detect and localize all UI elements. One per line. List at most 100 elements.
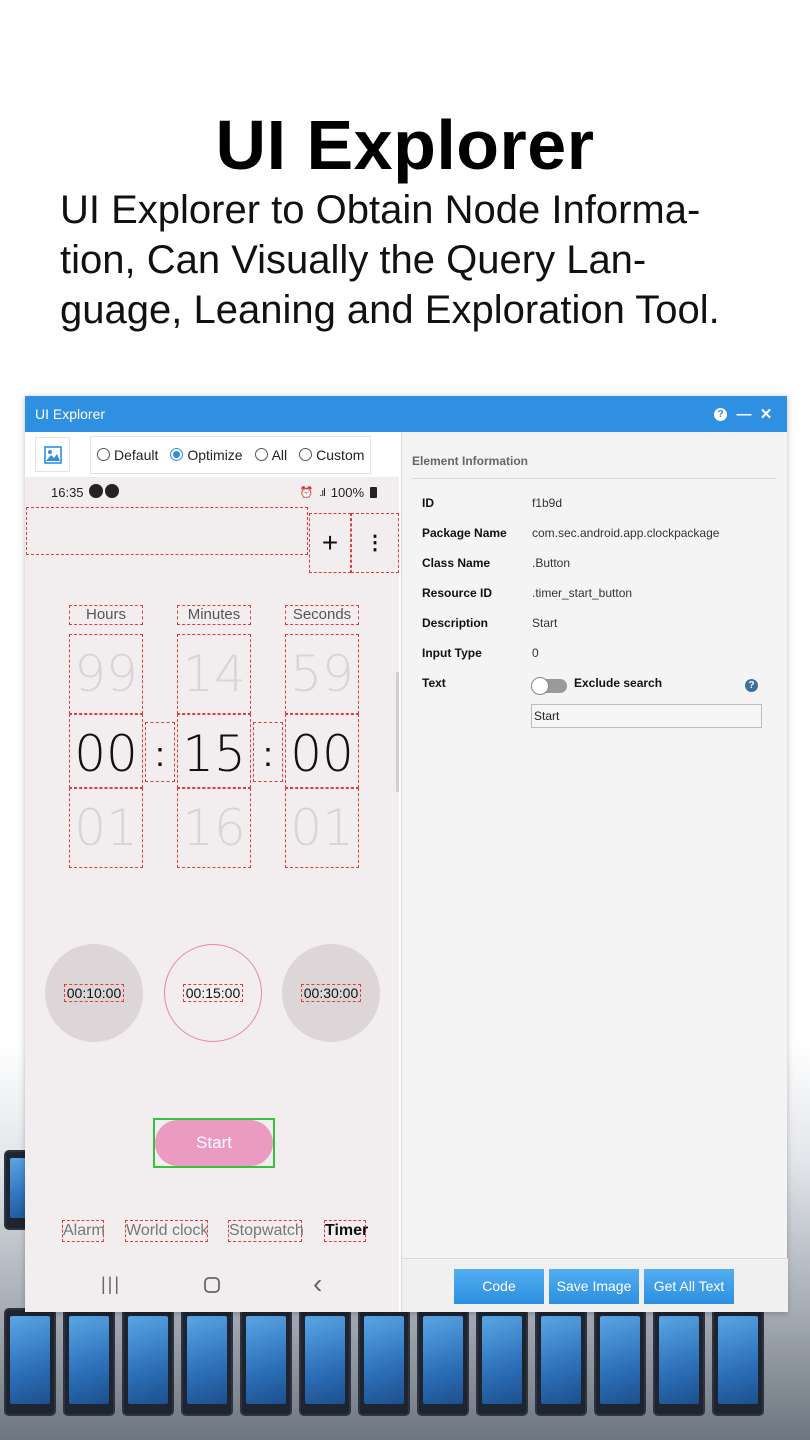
hero-subtitle-line: guage, Leaning and Exploration Tool. <box>60 288 720 332</box>
recent-apps-icon[interactable]: ||| <box>101 1274 121 1295</box>
time-colon: : <box>145 722 175 782</box>
radio-circle-icon <box>299 448 313 461</box>
info-key: Package Name <box>422 526 507 540</box>
device-photo <box>63 1308 115 1416</box>
notification-icon <box>105 484 119 498</box>
preset-10min-button[interactable]: 00:10:00 <box>45 944 143 1042</box>
device-photo <box>594 1308 646 1416</box>
info-value: Start <box>532 616 558 630</box>
status-right: ⏰ .ıl 100% <box>299 485 377 500</box>
radio-circle-icon <box>254 448 268 461</box>
more-options-button[interactable]: ⋮ <box>351 513 399 573</box>
hours-label: Hours <box>69 605 143 625</box>
info-key: Class Name <box>422 556 491 570</box>
help-icon[interactable]: ? <box>745 679 758 692</box>
device-row-front <box>0 1308 810 1416</box>
action-bar: Code Save Image Get All Text <box>402 1258 788 1312</box>
tab-world-clock[interactable]: World clock <box>125 1220 208 1242</box>
radio-optimize[interactable]: Optimize <box>170 447 243 463</box>
start-button[interactable]: Start <box>155 1120 273 1166</box>
help-icon[interactable]: ? <box>714 407 727 421</box>
seconds-label: Seconds <box>285 605 359 625</box>
app-bar-node[interactable] <box>26 507 308 555</box>
element-info-heading: Element Information <box>412 454 529 468</box>
hours-next[interactable]: 01 <box>69 788 143 868</box>
seconds-prev[interactable]: 59 <box>285 634 359 714</box>
device-screen-panel: Default Optimize All Custom 16:35 ⏰ .ıl … <box>25 432 399 1312</box>
device-photo <box>240 1308 292 1416</box>
hours-prev[interactable]: 99 <box>69 634 143 714</box>
signal-icon: .ıl <box>319 486 325 499</box>
code-button[interactable]: Code <box>454 1269 544 1304</box>
info-row-class: Class Name .Button <box>422 556 570 576</box>
preset-label: 00:30:00 <box>300 984 362 1002</box>
close-icon[interactable]: ✕ <box>755 405 777 423</box>
info-row-id: ID f1b9d <box>422 496 562 516</box>
radio-custom[interactable]: Custom <box>299 447 364 463</box>
image-icon <box>43 445 62 464</box>
exclude-search-label: Exclude search <box>574 676 663 690</box>
radio-all[interactable]: All <box>254 446 288 463</box>
info-value: 0 <box>532 646 539 660</box>
info-key: Text <box>422 676 446 690</box>
info-key: ID <box>422 496 434 510</box>
info-key: Input Type <box>422 646 482 660</box>
battery-level: 100% <box>330 485 364 500</box>
minutes-label: Minutes <box>177 605 251 625</box>
add-timer-button[interactable]: + <box>309 513 351 573</box>
preset-15min-button[interactable]: 00:15:00 <box>164 944 262 1042</box>
text-value-field[interactable]: Start <box>531 704 762 728</box>
exclude-search-toggle[interactable] <box>531 677 567 695</box>
minutes-next[interactable]: 16 <box>177 788 251 868</box>
android-nav-bar: ||| ‹ <box>25 1268 399 1304</box>
radio-default[interactable]: Default <box>97 447 158 463</box>
device-photo <box>535 1308 587 1416</box>
radio-label: All <box>271 446 288 463</box>
tab-stopwatch[interactable]: Stopwatch <box>228 1220 304 1242</box>
seconds-next[interactable]: 01 <box>285 788 359 868</box>
scroll-handle[interactable] <box>396 672 399 792</box>
more-vertical-icon: ⋮ <box>365 532 385 554</box>
radio-label: Default <box>114 446 159 463</box>
tab-timer[interactable]: Timer <box>324 1220 368 1242</box>
get-all-text-button[interactable]: Get All Text <box>644 1269 734 1304</box>
device-photo <box>712 1308 764 1416</box>
device-photo <box>122 1308 174 1416</box>
info-row-description: Description Start <box>422 616 557 636</box>
device-photo <box>653 1308 705 1416</box>
hero-subtitle: UI Explorer to Obtain Node Informa- tion… <box>60 185 770 335</box>
home-icon[interactable] <box>203 1274 221 1300</box>
info-value: .Button <box>532 556 571 570</box>
preset-30min-button[interactable]: 00:30:00 <box>282 944 380 1042</box>
view-mode-radio-group: Default Optimize All Custom <box>90 435 372 474</box>
info-value: f1b9d <box>532 496 563 510</box>
minutes-value[interactable]: 15 <box>177 714 251 788</box>
hours-value[interactable]: 00 <box>69 714 143 788</box>
hero-subtitle-line: tion, Can Visually the Query Lan- <box>60 238 647 282</box>
tab-alarm[interactable]: Alarm <box>62 1220 105 1242</box>
preset-label: 00:10:00 <box>63 984 125 1002</box>
hero-subtitle-line: UI Explorer to Obtain Node Informa- <box>60 188 701 232</box>
notification-icon <box>89 484 103 498</box>
device-photo <box>358 1308 410 1416</box>
minimize-icon[interactable]: — <box>733 406 755 423</box>
divider <box>412 478 776 479</box>
save-image-button[interactable]: Save Image <box>549 1269 639 1304</box>
minutes-prev[interactable]: 14 <box>177 634 251 714</box>
window-title: UI Explorer <box>35 406 106 422</box>
home-shape <box>204 1277 220 1293</box>
device-photo <box>476 1308 528 1416</box>
info-value: .timer_start_button <box>532 586 633 600</box>
capture-screenshot-button[interactable] <box>35 437 70 472</box>
info-key: Resource ID <box>422 586 493 600</box>
info-row-package: Package Name com.sec.android.app.clockpa… <box>422 526 719 546</box>
device-photo <box>299 1308 351 1416</box>
info-value: com.sec.android.app.clockpackage <box>532 526 720 540</box>
back-icon[interactable]: ‹ <box>313 1268 322 1300</box>
element-info-panel: Element Information ID f1b9d Package Nam… <box>401 432 788 1312</box>
info-key: Description <box>422 616 489 630</box>
battery-icon <box>370 487 377 498</box>
seconds-value[interactable]: 00 <box>285 714 359 788</box>
hero-title: UI Explorer <box>215 106 595 184</box>
radio-label: Custom <box>316 446 365 463</box>
